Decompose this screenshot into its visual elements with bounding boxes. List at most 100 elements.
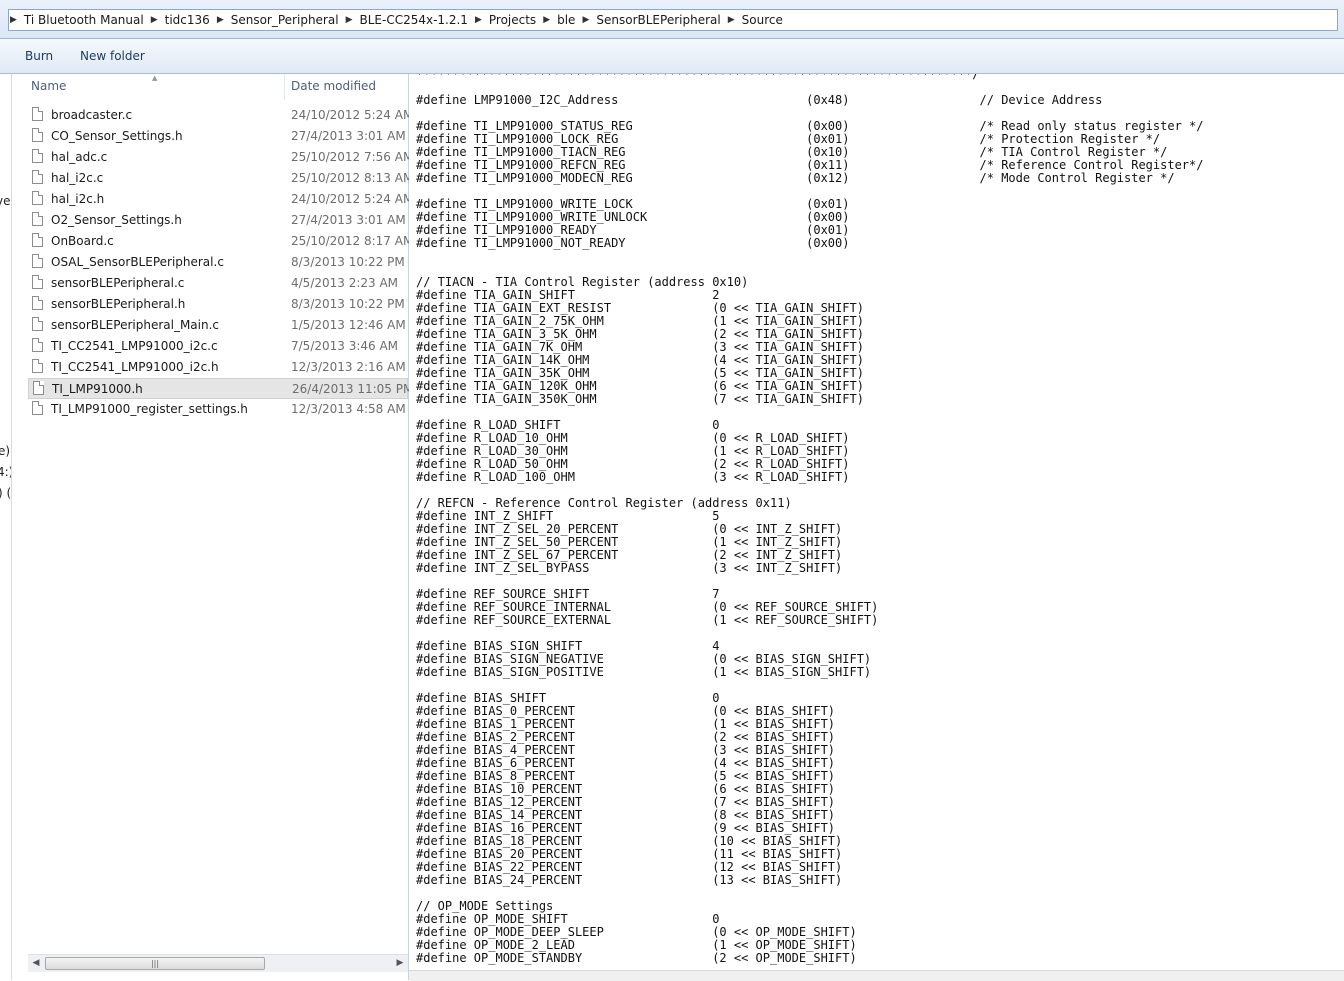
column-header-date-modified[interactable]: Date modified — [291, 79, 376, 93]
file-name: sensorBLEPeripheral.c — [51, 276, 185, 290]
file-row[interactable]: O2_Sensor_Settings.h 27/4/2013 3:01 AM — [28, 210, 408, 231]
file-icon — [32, 401, 43, 415]
code-line: #define OP_MODE_SHIFT 0 — [416, 912, 720, 926]
file-row[interactable]: TI_LMP91000.h 26/4/2013 11:05 PM — [28, 378, 413, 399]
code-line: #define BIAS_22_PERCENT (12 << BIAS_SHIF… — [416, 860, 843, 874]
command-bar: Burn New folder — [0, 39, 1344, 74]
code-line: #define BIAS_8_PERCENT (5 << BIAS_SHIFT) — [416, 769, 836, 783]
file-icon — [32, 128, 43, 142]
nav-item-fragment[interactable]: ) ( — [0, 486, 11, 500]
breadcrumb-chevron-icon[interactable]: ▶ — [216, 15, 225, 25]
nav-item-fragment[interactable]: 4:) — [0, 465, 11, 479]
navigation-pane[interactable]: ve e) 4:) ) ( — [0, 74, 12, 980]
breadcrumb[interactable]: ▶ Ti Bluetooth Manual ▶ tidc136 ▶ Sensor_Peri… — [8, 9, 1338, 31]
breadcrumb-root-chevron-icon[interactable]: ▶ — [9, 15, 18, 25]
breadcrumb-chevron-icon[interactable]: ▶ — [474, 15, 483, 25]
breadcrumb-chevron-icon[interactable]: ▶ — [345, 15, 354, 25]
file-icon — [32, 275, 43, 289]
breadcrumb-item[interactable]: SensorBLEPeripheral — [590, 13, 726, 27]
breadcrumb-chevron-icon[interactable]: ▶ — [542, 15, 551, 25]
code-line: #define INT_Z_SEL_67_PERCENT (2 << INT_Z… — [416, 548, 843, 562]
file-row[interactable]: sensorBLEPeripheral.c 4/5/2013 2:23 AM — [28, 273, 408, 294]
code-line: #define TIA_GAIN_14K_OHM (4 << TIA_GAIN_… — [416, 353, 864, 367]
breadcrumb-item[interactable]: Source — [736, 13, 789, 27]
code-line: #define OP_MODE_STANDBY (2 << OP_MODE_SH… — [416, 951, 857, 965]
file-row[interactable]: OSAL_SensorBLEPeripheral.c 8/3/2013 10:22… — [28, 252, 408, 273]
code-line: #define BIAS_SIGN_SHIFT 4 — [416, 639, 720, 653]
column-header-name[interactable]: Name — [31, 79, 66, 93]
breadcrumb-chevron-icon[interactable]: ▶ — [150, 15, 159, 25]
file-row[interactable]: hal_adc.c 25/10/2012 7:56 AM — [28, 147, 413, 168]
file-list[interactable]: ▲ Name Date modified broadcaster.c 24/10/… — [12, 74, 413, 980]
file-date-modified: 12/3/2013 4:58 AM — [291, 402, 406, 416]
code-line: #define TI_LMP91000_WRITE_LOCK (0x01) — [416, 197, 850, 211]
scrollbar-thumb[interactable]: ||| — [45, 957, 265, 970]
file-date-modified: 27/4/2013 3:01 AM — [291, 129, 406, 143]
code-line: // REFCN - Reference Control Register (a… — [416, 496, 792, 510]
breadcrumb-item[interactable]: Sensor_Peripheral — [225, 13, 345, 27]
code-line: ****************************************… — [416, 74, 980, 81]
address-bar: ▶ Ti Bluetooth Manual ▶ tidc136 ▶ Sensor_Peri… — [0, 0, 1344, 39]
file-name: hal_i2c.h — [51, 192, 105, 206]
scroll-right-arrow-icon[interactable]: ▶ — [392, 955, 408, 972]
file-name: sensorBLEPeripheral.h — [51, 297, 186, 311]
sort-ascending-icon: ▲ — [152, 74, 158, 82]
code-line: #define R_LOAD_SHIFT 0 — [416, 418, 720, 432]
file-name: sensorBLEPeripheral_Main.c — [51, 318, 220, 332]
code-line: #define LMP91000_I2C_Address (0x48) // D… — [416, 93, 1103, 107]
file-icon — [32, 359, 43, 373]
file-row[interactable]: OnBoard.c 25/10/2012 8:17 AM — [28, 231, 413, 252]
file-icon — [32, 212, 43, 226]
breadcrumb-item[interactable]: tidc136 — [159, 13, 216, 27]
burn-button[interactable]: Burn — [25, 49, 53, 63]
file-row[interactable]: sensorBLEPeripheral_Main.c 1/5/2013 12:46… — [28, 315, 408, 336]
scroll-left-arrow-icon[interactable]: ◀ — [28, 955, 44, 972]
code-line: #define R_LOAD_50_OHM (2 << R_LOAD_SHIFT… — [416, 457, 850, 471]
nav-item-fragment[interactable]: e) — [0, 444, 10, 458]
file-row[interactable]: hal_i2c.h 24/10/2012 5:24 AM — [28, 189, 413, 210]
file-name: TI_LMP91000_register_settings.h — [51, 402, 248, 416]
code-line: #define TIA_GAIN_120K_OHM (6 << TIA_GAIN… — [416, 379, 864, 393]
file-row[interactable]: broadcaster.c 24/10/2012 5:24 AM — [28, 105, 413, 126]
breadcrumb-item[interactable]: Projects — [483, 13, 542, 27]
file-date-modified: 25/10/2012 8:13 AM — [291, 171, 414, 185]
new-folder-button[interactable]: New folder — [80, 49, 145, 63]
code-line: #define TIA_GAIN_2_75K_OHM (1 << TIA_GAI… — [416, 314, 864, 328]
file-row[interactable]: CO_Sensor_Settings.h 27/4/2013 3:01 AM — [28, 126, 408, 147]
code-line: #define BIAS_12_PERCENT (7 << BIAS_SHIFT… — [416, 795, 836, 809]
code-line: #define BIAS_14_PERCENT (8 << BIAS_SHIFT… — [416, 808, 836, 822]
file-icon — [32, 317, 43, 331]
code-line: #define TI_LMP91000_STATUS_REG (0x00) /*… — [416, 119, 1204, 133]
breadcrumb-item[interactable]: BLE-CC254x-1.2.1 — [353, 13, 473, 27]
breadcrumb-item[interactable]: Ti Bluetooth Manual — [18, 13, 150, 27]
code-line: #define TI_LMP91000_MODECN_REG (0x12) /*… — [416, 171, 1175, 185]
code-line: #define R_LOAD_30_OHM (1 << R_LOAD_SHIFT… — [416, 444, 850, 458]
file-icon — [32, 191, 43, 205]
breadcrumb-chevron-icon[interactable]: ▶ — [581, 15, 590, 25]
file-date-modified: 1/5/2013 12:46 AM — [291, 318, 406, 332]
file-name: OSAL_SensorBLEPeripheral.c — [51, 255, 224, 269]
code-preview: ****************************************… — [416, 74, 1203, 965]
file-date-modified: 7/5/2013 3:46 AM — [291, 339, 399, 353]
code-line: #define TIA_GAIN_7K_OHM (3 << TIA_GAIN_S… — [416, 340, 864, 354]
nav-item-fragment[interactable]: ve — [0, 194, 10, 208]
file-row[interactable]: hal_i2c.c 25/10/2012 8:13 AM — [28, 168, 413, 189]
code-line: #define INT_Z_SEL_20_PERCENT (0 << INT_Z… — [416, 522, 843, 536]
file-icon — [32, 170, 43, 184]
breadcrumb-chevron-icon[interactable]: ▶ — [727, 15, 736, 25]
column-divider[interactable] — [284, 74, 285, 100]
code-line: #define BIAS_4_PERCENT (3 << BIAS_SHIFT) — [416, 743, 836, 757]
preview-pane[interactable]: ****************************************… — [409, 74, 1344, 980]
code-line: #define TI_LMP91000_WRITE_UNLOCK (0x00) — [416, 210, 850, 224]
breadcrumb-item[interactable]: ble — [551, 13, 581, 27]
file-row[interactable]: TI_CC2541_LMP91000_i2c.c 7/5/2013 3:46 AM — [28, 336, 408, 357]
file-name: TI_CC2541_LMP91000_i2c.c — [51, 339, 218, 353]
code-line: #define TIA_GAIN_35K_OHM (5 << TIA_GAIN_… — [416, 366, 864, 380]
file-row[interactable]: sensorBLEPeripheral.h 8/3/2013 10:22 PM — [28, 294, 408, 315]
code-line: #define OP_MODE_DEEP_SLEEP (0 << OP_MODE… — [416, 925, 857, 939]
horizontal-scrollbar[interactable]: ◀ ||| ▶ — [28, 954, 408, 972]
code-line: #define INT_Z_SEL_50_PERCENT (1 << INT_Z… — [416, 535, 843, 549]
file-date-modified: 8/3/2013 10:22 PM — [291, 297, 405, 311]
file-row[interactable]: TI_CC2541_LMP91000_i2c.h 12/3/2013 2:16 A… — [28, 357, 408, 378]
file-row[interactable]: TI_LMP91000_register_settings.h 12/3/2013… — [28, 399, 408, 420]
